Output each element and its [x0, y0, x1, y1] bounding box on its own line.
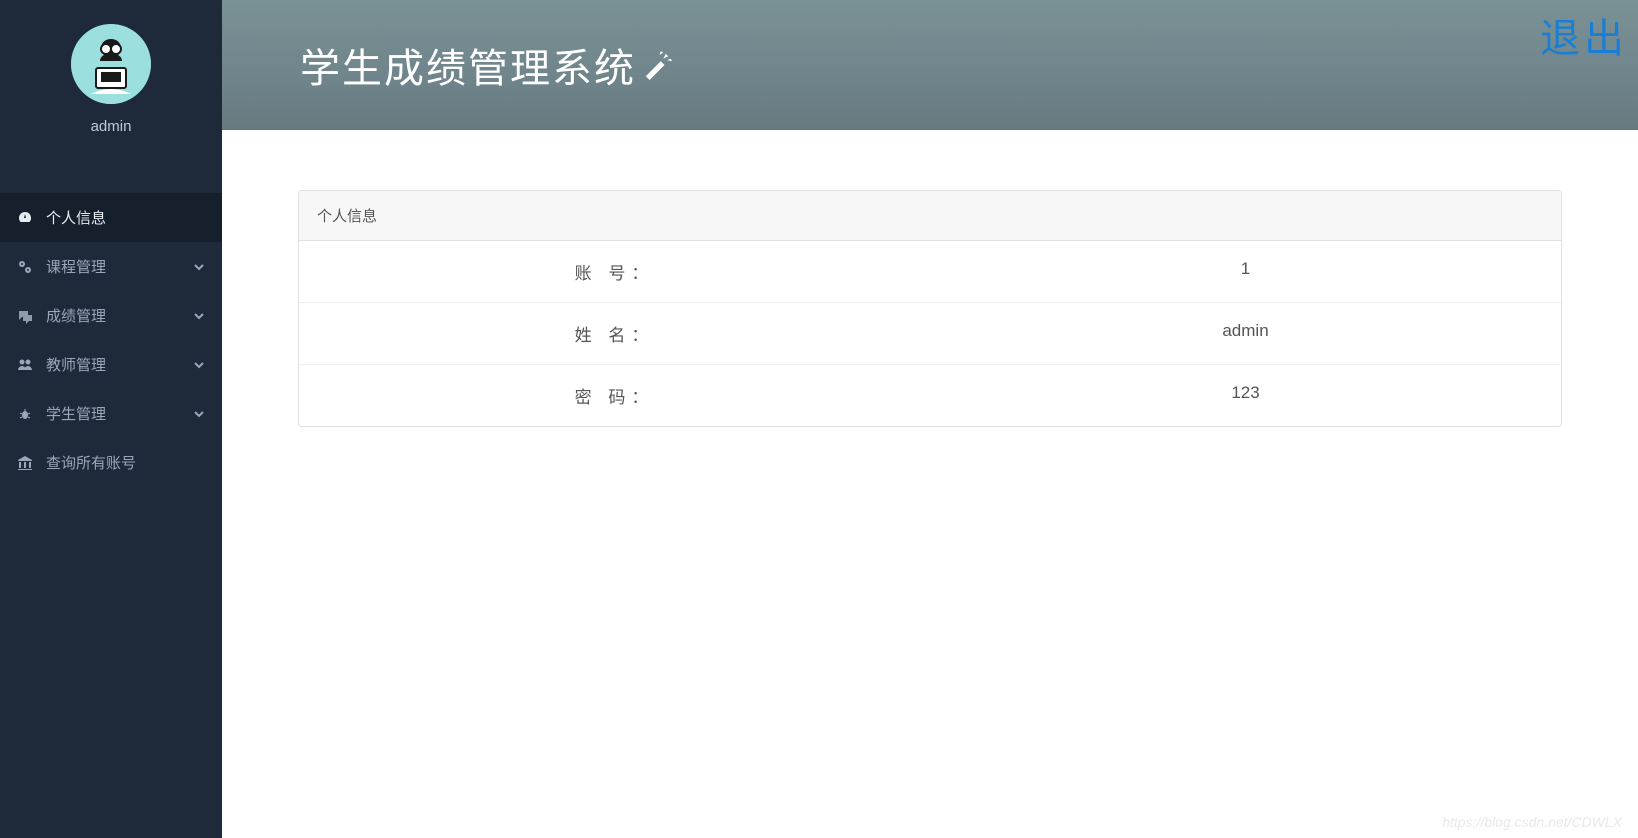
profile-panel: 个人信息 账 号： 1 姓 名： admin 密 码： 123 — [298, 190, 1562, 427]
sidebar-item-label: 学生管理 — [46, 403, 192, 424]
page-title-text: 学生成绩管理系统 — [300, 36, 636, 94]
chevron-down-icon — [192, 260, 206, 274]
table-row: 密 码： 123 — [299, 365, 1561, 426]
sidebar-item-label: 个人信息 — [46, 207, 206, 228]
bug-icon — [16, 405, 34, 423]
chevron-down-icon — [192, 407, 206, 421]
sidebar-item-accounts[interactable]: 查询所有账号 — [0, 438, 222, 487]
sidebar-item-course[interactable]: 课程管理 — [0, 242, 222, 291]
sidebar-item-teacher[interactable]: 教师管理 — [0, 340, 222, 389]
users-icon — [16, 356, 34, 374]
main-content: 学生成绩管理系统 退出 个人信息 账 号： 1 姓 名： admin 密 — [222, 0, 1638, 838]
avatar — [71, 24, 151, 104]
row-value: 123 — [930, 383, 1561, 408]
sidebar: admin 个人信息 课程管理 — [0, 0, 222, 838]
header: 学生成绩管理系统 退出 — [222, 0, 1638, 130]
chevron-down-icon — [192, 309, 206, 323]
sidebar-item-label: 教师管理 — [46, 354, 192, 375]
cogs-icon — [16, 258, 34, 276]
page-title: 学生成绩管理系统 — [300, 36, 672, 94]
sidebar-item-student[interactable]: 学生管理 — [0, 389, 222, 438]
row-value: 1 — [930, 259, 1561, 284]
sidebar-item-label: 课程管理 — [46, 256, 192, 277]
sidebar-item-grade[interactable]: 成绩管理 — [0, 291, 222, 340]
sidebar-item-label: 查询所有账号 — [46, 452, 206, 473]
watermark: https://blog.csdn.net/CDWLX — [1442, 814, 1622, 830]
table-row: 账 号： 1 — [299, 241, 1561, 303]
content-area: 个人信息 账 号： 1 姓 名： admin 密 码： 123 — [222, 130, 1638, 487]
sidebar-item-profile[interactable]: 个人信息 — [0, 193, 222, 242]
chevron-down-icon — [192, 358, 206, 372]
row-value: admin — [930, 321, 1561, 346]
bank-icon — [16, 454, 34, 472]
sidebar-menu: 个人信息 课程管理 成绩管理 — [0, 193, 222, 487]
panel-title: 个人信息 — [299, 191, 1561, 241]
username-label: admin — [0, 118, 222, 135]
dashboard-icon — [16, 209, 34, 227]
row-label: 密 码： — [299, 383, 930, 408]
comments-icon — [16, 307, 34, 325]
row-label: 姓 名： — [299, 321, 930, 346]
row-label: 账 号： — [299, 259, 930, 284]
magic-wand-icon — [642, 50, 672, 80]
table-row: 姓 名： admin — [299, 303, 1561, 365]
sidebar-item-label: 成绩管理 — [46, 305, 192, 326]
sidebar-profile: admin — [0, 0, 222, 153]
logout-link[interactable]: 退出 — [1540, 6, 1628, 64]
